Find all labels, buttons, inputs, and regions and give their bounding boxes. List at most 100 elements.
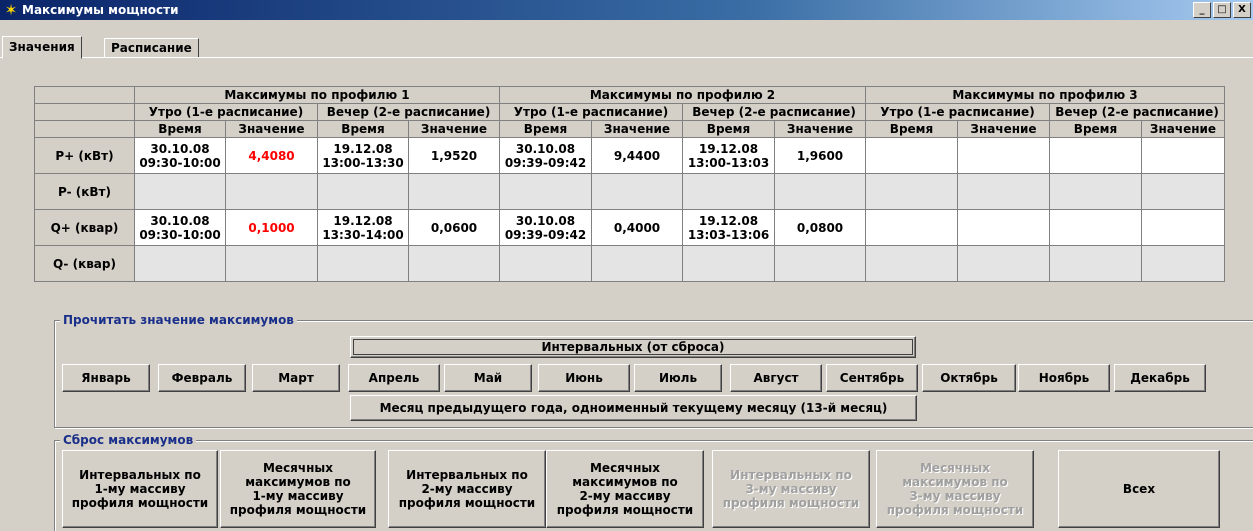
date-text: 19.12.08: [333, 213, 393, 228]
reset-button-label: максимумов по: [902, 475, 1008, 489]
reset-button[interactable]: Месячных максимумов по 1-му массиву профиля…: [220, 450, 376, 528]
date-text: 19.12.08: [333, 141, 393, 156]
month-button[interactable]: Май: [444, 364, 532, 392]
month-button[interactable]: Июль: [634, 364, 722, 392]
reset-button-label: Месячных: [262, 461, 334, 475]
date-text: 30.10.08: [515, 213, 576, 228]
value-column-header: Значение: [957, 120, 1050, 138]
value-cell: [225, 245, 318, 282]
schedule-header: Вечер (2-е расписание): [317, 103, 500, 121]
row-label: Q- (квар): [34, 245, 135, 282]
reset-button[interactable]: Интервальных по 1-му массиву профиля мощно…: [62, 450, 218, 528]
reset-button-label: 3-му массиву: [745, 482, 837, 496]
prev-year-month-button[interactable]: Месяц предыдущего года, одноименный теку…: [350, 395, 917, 421]
time-cell: [865, 137, 958, 174]
time-column-header: Время: [865, 120, 958, 138]
table-row: P- (кВт): [34, 173, 1225, 210]
month-button[interactable]: Ноябрь: [1018, 364, 1110, 392]
time-cell: 19.12.08 13:00-13:30: [317, 137, 409, 174]
value-cell: [1141, 245, 1225, 282]
value-text: 0,1000: [248, 220, 295, 235]
time-cell: [865, 173, 958, 210]
value-text: 1,9520: [430, 148, 478, 163]
time-column-header: Время: [682, 120, 775, 138]
time-range-text: 09:39-09:42: [504, 155, 587, 170]
tab-strip: Значения Расписание: [0, 20, 1253, 80]
month-button[interactable]: Декабрь: [1114, 364, 1206, 392]
reset-button-label: 1-му массиву: [252, 489, 344, 503]
reset-button[interactable]: Всех: [1058, 450, 1220, 528]
time-column-header: Время: [134, 120, 226, 138]
maximize-button[interactable]: □: [1213, 2, 1231, 18]
time-range-text: 09:39-09:42: [504, 227, 587, 242]
month-button[interactable]: Август: [730, 364, 822, 392]
month-button[interactable]: Октябрь: [922, 364, 1016, 392]
reset-button-label: профиля мощности: [229, 503, 367, 517]
reset-button-label: Интервальных по: [730, 468, 852, 482]
month-button[interactable]: Февраль: [158, 364, 246, 392]
interval-label: Интервальных (от сброса): [353, 339, 913, 355]
reset-button[interactable]: Месячных максимумов по 2-му массиву профиля…: [546, 450, 704, 528]
time-range-text: 13:00-13:03: [687, 155, 770, 170]
schedule-header: Вечер (2-е расписание): [1049, 103, 1225, 121]
time-cell: [1049, 209, 1142, 246]
reset-button-label: Месячных: [919, 461, 991, 475]
value-cell: 0,0600: [408, 209, 500, 246]
value-cell: [774, 245, 866, 282]
time-cell: [682, 245, 775, 282]
reset-button-label: профиля мощности: [722, 496, 860, 510]
reset-button-label: максимумов по: [245, 475, 351, 489]
date-text: 19.12.08: [698, 141, 759, 156]
date-text: 30.10.08: [515, 141, 576, 156]
reset-button[interactable]: Интервальных по 2-му массиву профиля мощно…: [388, 450, 546, 528]
time-cell: [134, 173, 226, 210]
table-row: Q- (квар): [34, 245, 1225, 282]
value-column-header: Значение: [591, 120, 683, 138]
value-cell: [591, 173, 683, 210]
value-cell: [957, 245, 1050, 282]
tab-divider: [0, 57, 1253, 58]
reset-button[interactable]: Месячных максимумов по 3-му массиву профиля…: [876, 450, 1034, 528]
time-cell: [499, 173, 592, 210]
value-text: 0,0800: [796, 220, 844, 235]
value-text: 0,4000: [613, 220, 661, 235]
reset-button-label: профиля мощности: [398, 496, 536, 510]
value-column-header: Значение: [1141, 120, 1225, 138]
reset-button-label: Интервальных по: [79, 468, 201, 482]
close-button[interactable]: X: [1233, 2, 1251, 18]
reset-button-label: профиля мощности: [71, 496, 209, 510]
month-button[interactable]: Апрель: [348, 364, 440, 392]
time-cell: 19.12.08 13:03-13:06: [682, 209, 775, 246]
title-bar: ✶ Максимумы мощности _ □ X: [0, 0, 1253, 20]
tab-values[interactable]: Значения: [2, 36, 82, 59]
reset-button-label: профиля мощности: [556, 503, 694, 517]
maximums-table: Максимумы по профилю 1 Максимумы по проф…: [34, 86, 1225, 282]
time-cell: [317, 173, 409, 210]
profile-header: Максимумы по профилю 1: [134, 86, 500, 104]
month-button[interactable]: Июнь: [538, 364, 630, 392]
month-button[interactable]: Март: [252, 364, 340, 392]
value-cell: [957, 209, 1050, 246]
time-column-header: Время: [317, 120, 409, 138]
value-cell: 0,1000: [225, 209, 318, 246]
table-row: Q+ (квар) 30.10.08 09:30-10:00 0,1000 19.12.…: [34, 209, 1225, 246]
tab-schedule[interactable]: Расписание: [104, 38, 199, 58]
corner-cell: [34, 120, 135, 138]
value-cell: [774, 173, 866, 210]
time-cell: [1049, 173, 1142, 210]
value-cell: 4,4080: [225, 137, 318, 174]
value-cell: [957, 173, 1050, 210]
minimize-button[interactable]: _: [1193, 2, 1211, 18]
time-cell: 30.10.08 09:30-10:00: [134, 137, 226, 174]
value-cell: [408, 173, 500, 210]
table-row: P+ (кВт) 30.10.08 09:30-10:00 4,4080 19.12.0…: [34, 137, 1225, 174]
month-button[interactable]: Сентябрь: [826, 364, 918, 392]
time-cell: 19.12.08 13:30-14:00: [317, 209, 409, 246]
row-label: P+ (кВт): [34, 137, 135, 174]
reset-button[interactable]: Интервальных по 3-му массиву профиля мощно…: [712, 450, 870, 528]
read-maximums-legend: Прочитать значение максимумов: [60, 313, 297, 327]
value-column-header: Значение: [225, 120, 318, 138]
month-button[interactable]: Январь: [62, 364, 150, 392]
interval-button[interactable]: Интервальных (от сброса): [350, 336, 916, 358]
reset-button-label: Всех: [1122, 482, 1156, 496]
